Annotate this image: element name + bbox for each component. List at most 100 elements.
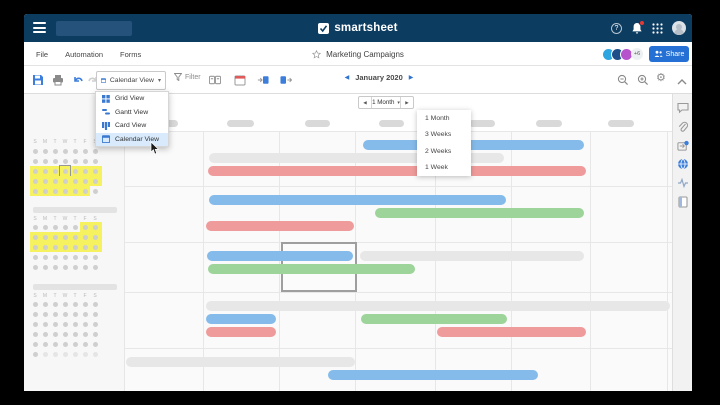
mini-cal-day-dot[interactable] — [43, 245, 48, 250]
menu-item-card-view[interactable]: Card View — [96, 119, 168, 133]
mini-cal-day-dot[interactable] — [43, 225, 48, 230]
menu-item-gantt-view[interactable]: Gantt View — [96, 106, 168, 120]
event-bar-gray[interactable] — [360, 251, 584, 261]
mini-cal-day-dot[interactable] — [53, 189, 58, 194]
mini-cal-day-dot[interactable] — [53, 312, 58, 317]
mini-cal-day-dot[interactable] — [43, 322, 48, 327]
mini-cal-day-dot[interactable] — [93, 342, 98, 347]
mini-cal-day-dot[interactable] — [43, 235, 48, 240]
event-bar-blue[interactable] — [209, 195, 506, 205]
prev-month-arrow[interactable]: ◀ — [345, 74, 350, 81]
user-avatar[interactable] — [672, 21, 686, 35]
mini-cal-day-dot[interactable] — [93, 189, 98, 194]
hamburger-menu-icon[interactable] — [33, 22, 46, 33]
mini-cal-day-dot[interactable] — [83, 352, 88, 357]
mini-cal-day-dot[interactable] — [43, 265, 48, 270]
mini-cal-day-dot[interactable] — [53, 179, 58, 184]
mini-cal-day-dot[interactable] — [73, 302, 78, 307]
mini-cal-day-dot[interactable] — [33, 179, 38, 184]
zoom-out-icon[interactable] — [617, 74, 629, 86]
mini-cal-day-dot[interactable] — [33, 159, 38, 164]
mini-cal-day-dot[interactable] — [63, 332, 68, 337]
mini-cal-day-dot[interactable] — [83, 322, 88, 327]
mini-cal-day-dot[interactable] — [93, 169, 98, 174]
help-icon[interactable]: ? — [611, 23, 622, 34]
mini-cal-day-dot[interactable] — [33, 342, 38, 347]
mini-cal-day-dot[interactable] — [83, 225, 88, 230]
mini-cal-day-dot[interactable] — [73, 255, 78, 260]
mini-cal-day-dot[interactable] — [53, 265, 58, 270]
collapse-toolbar-icon[interactable] — [676, 76, 688, 88]
mini-cal-day-dot[interactable] — [73, 149, 78, 154]
mini-cal-day-dot[interactable] — [93, 352, 98, 357]
menu-forms[interactable]: Forms — [120, 50, 141, 59]
collaborator-overflow-count[interactable]: +6 — [631, 48, 643, 60]
mini-cal-day-dot[interactable] — [73, 265, 78, 270]
event-bar-green[interactable] — [208, 264, 415, 274]
next-month-arrow[interactable]: ▶ — [409, 74, 414, 81]
mini-cal-day-dot[interactable] — [93, 312, 98, 317]
mini-cal-day-dot[interactable] — [83, 312, 88, 317]
menu-file[interactable]: File — [36, 50, 48, 59]
mini-cal-day-dot[interactable] — [83, 235, 88, 240]
mini-cal-day-dot[interactable] — [63, 255, 68, 260]
event-bar-gray[interactable] — [126, 357, 355, 367]
nav-search-input[interactable] — [56, 21, 132, 36]
split-view-icon[interactable] — [209, 74, 221, 86]
mini-cal-day-dot[interactable] — [43, 342, 48, 347]
move-from-calendar-icon[interactable] — [280, 74, 292, 86]
event-bar-blue[interactable] — [363, 140, 584, 150]
mini-cal-day-dot[interactable] — [63, 322, 68, 327]
publish-globe-icon[interactable] — [677, 158, 689, 170]
mini-cal-day-dot[interactable] — [43, 312, 48, 317]
move-to-calendar-icon[interactable] — [257, 74, 269, 86]
print-icon[interactable] — [52, 74, 64, 86]
mini-cal-day-dot[interactable] — [83, 169, 88, 174]
mini-cal-day-dot[interactable] — [73, 312, 78, 317]
mini-cal-day-dot[interactable] — [73, 352, 78, 357]
scale-dropdown-button[interactable]: 1 Month ▾ — [371, 97, 401, 108]
menu-item-calendar-view[interactable]: Calendar View — [96, 133, 168, 147]
undo-icon[interactable] — [72, 74, 84, 86]
mini-cal-day-dot[interactable] — [63, 265, 68, 270]
event-bar-green[interactable] — [375, 208, 584, 218]
mini-cal-day-dot[interactable] — [73, 235, 78, 240]
mini-cal-day-dot[interactable] — [33, 225, 38, 230]
mini-cal-day-dot[interactable] — [73, 159, 78, 164]
scale-option-3-weeks[interactable]: 3 Weeks — [417, 127, 471, 144]
mini-cal-day-dot[interactable] — [33, 302, 38, 307]
mini-cal-day-dot[interactable] — [83, 265, 88, 270]
mini-cal-day-dot[interactable] — [73, 245, 78, 250]
mini-cal-day-dot[interactable] — [73, 342, 78, 347]
mini-cal-day-dot[interactable] — [33, 245, 38, 250]
mini-cal-day-dot[interactable] — [53, 302, 58, 307]
mini-cal-day-dot[interactable] — [43, 159, 48, 164]
mini-cal-day-dot[interactable] — [63, 342, 68, 347]
mini-cal-day-dot[interactable] — [93, 302, 98, 307]
mini-cal-day-dot[interactable] — [93, 179, 98, 184]
mini-cal-day-dot[interactable] — [53, 322, 58, 327]
mini-cal-day-dot[interactable] — [53, 149, 58, 154]
mini-cal-day-dot[interactable] — [33, 189, 38, 194]
event-bar-red[interactable] — [208, 166, 586, 176]
mini-cal-day-dot[interactable] — [83, 245, 88, 250]
event-bar-red[interactable] — [206, 327, 276, 337]
mini-cal-day-dot[interactable] — [83, 332, 88, 337]
mini-cal-day-dot[interactable] — [63, 245, 68, 250]
mini-cal-day-dot[interactable] — [63, 179, 68, 184]
mini-cal-day-dot[interactable] — [73, 189, 78, 194]
mini-cal-day-dot[interactable] — [93, 332, 98, 337]
calendar-today-icon[interactable] — [234, 74, 246, 86]
mini-cal-day-dot[interactable] — [53, 235, 58, 240]
comments-icon[interactable] — [677, 102, 689, 114]
scale-option-1-month[interactable]: 1 Month — [417, 110, 471, 127]
menu-automation[interactable]: Automation — [65, 50, 103, 59]
mini-cal-day-dot[interactable] — [83, 149, 88, 154]
mini-cal-day-dot[interactable] — [43, 352, 48, 357]
save-icon[interactable] — [32, 74, 44, 86]
mini-cal-day-dot[interactable] — [73, 332, 78, 337]
mini-cal-day-dot[interactable] — [93, 159, 98, 164]
mini-cal-day-dot[interactable] — [53, 169, 58, 174]
mini-cal-day-dot[interactable] — [33, 332, 38, 337]
mini-cal-day-dot[interactable] — [73, 179, 78, 184]
